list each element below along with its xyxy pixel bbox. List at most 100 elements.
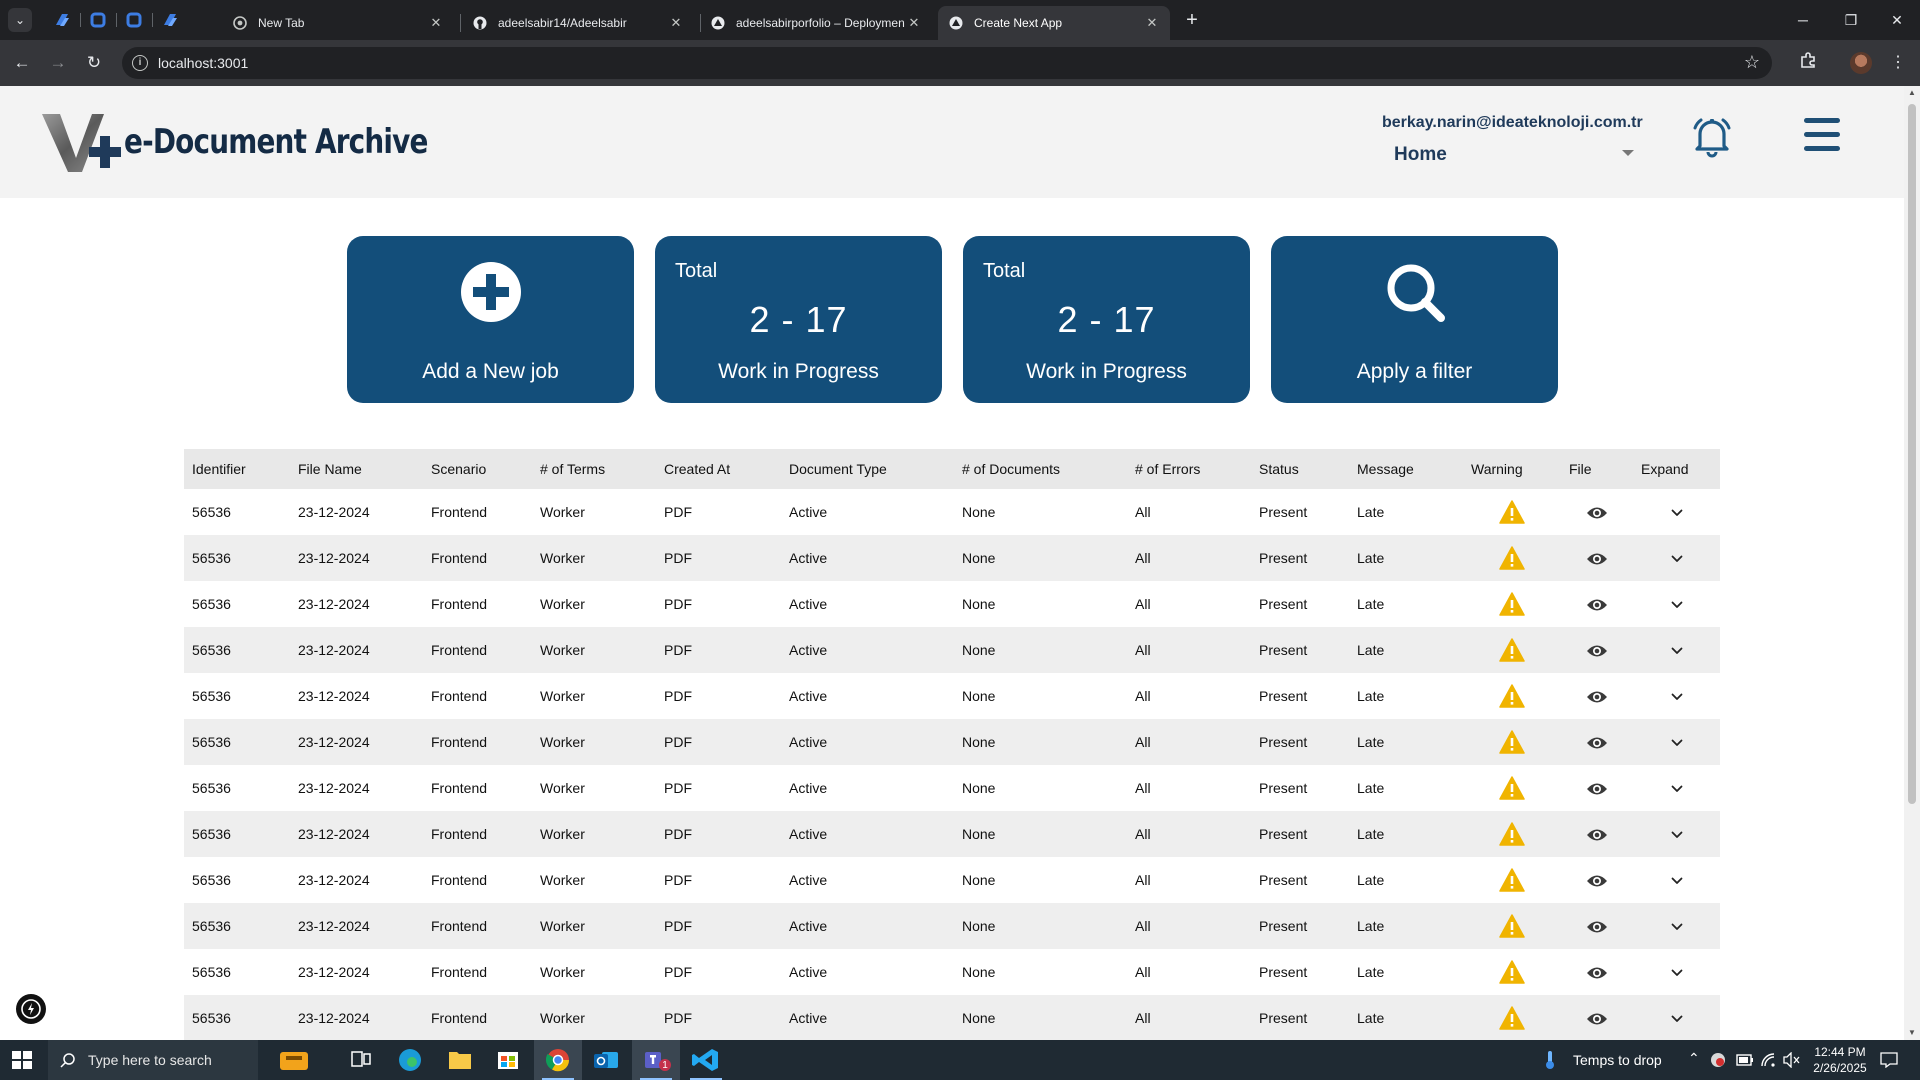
- file-explorer-icon[interactable]: [436, 1040, 484, 1080]
- work-in-progress-card[interactable]: Total 2 - 17 Work in Progress: [655, 236, 942, 403]
- reload-button[interactable]: ↻: [82, 51, 106, 75]
- warning-icon[interactable]: [1499, 592, 1525, 616]
- expand-chevron-down-icon[interactable]: [1671, 647, 1683, 655]
- view-file-eye-icon[interactable]: [1586, 735, 1608, 751]
- warning-icon[interactable]: [1499, 500, 1525, 524]
- add-new-job-card[interactable]: Add a New job: [347, 236, 634, 403]
- task-view-icon[interactable]: [336, 1040, 384, 1080]
- notification-center-icon[interactable]: [1880, 1052, 1898, 1068]
- table-row[interactable]: 56536 23-12-2024 Frontend Worker PDF Active No…: [184, 903, 1720, 949]
- view-file-eye-icon[interactable]: [1586, 643, 1608, 659]
- table-row[interactable]: 56536 23-12-2024 Frontend Worker PDF Active No…: [184, 627, 1720, 673]
- edge-icon[interactable]: [386, 1040, 434, 1080]
- expand-chevron-down-icon[interactable]: [1671, 1015, 1683, 1023]
- expand-chevron-down-icon[interactable]: [1671, 785, 1683, 793]
- expand-chevron-down-icon[interactable]: [1671, 601, 1683, 609]
- close-window-button[interactable]: ✕: [1874, 0, 1920, 40]
- system-clock[interactable]: 12:44 PM 2/26/2025: [1808, 1044, 1872, 1076]
- column-header[interactable]: Expand: [1633, 449, 1720, 489]
- expand-chevron-down-icon[interactable]: [1671, 693, 1683, 701]
- pinned-tab-app-icon[interactable]: [124, 10, 144, 30]
- teams-icon[interactable]: 1: [632, 1040, 680, 1080]
- work-in-progress-card[interactable]: Total 2 - 17 Work in Progress: [963, 236, 1250, 403]
- new-tab-button[interactable]: +: [1180, 8, 1204, 32]
- column-header[interactable]: Identifier: [184, 449, 290, 489]
- pinned-tab-app-icon[interactable]: [160, 10, 180, 30]
- table-row[interactable]: 56536 23-12-2024 Frontend Worker PDF Active No…: [184, 489, 1720, 535]
- site-info-icon[interactable]: i: [132, 55, 148, 71]
- table-row[interactable]: 56536 23-12-2024 Frontend Worker PDF Active No…: [184, 673, 1720, 719]
- address-url[interactable]: localhost:3001: [158, 55, 248, 71]
- view-file-eye-icon[interactable]: [1586, 597, 1608, 613]
- tray-app-icon[interactable]: [1710, 1052, 1726, 1068]
- warning-icon[interactable]: [1499, 960, 1525, 984]
- column-header[interactable]: # of Errors: [1127, 449, 1251, 489]
- expand-chevron-down-icon[interactable]: [1671, 555, 1683, 563]
- column-header[interactable]: # of Terms: [532, 449, 656, 489]
- vscode-icon[interactable]: [682, 1040, 730, 1080]
- view-file-eye-icon[interactable]: [1586, 781, 1608, 797]
- view-file-eye-icon[interactable]: [1586, 827, 1608, 843]
- table-row[interactable]: 56536 23-12-2024 Frontend Worker PDF Active No…: [184, 995, 1720, 1040]
- taskbar-widget-app[interactable]: [270, 1040, 318, 1080]
- warning-icon[interactable]: [1499, 638, 1525, 662]
- address-bar[interactable]: i localhost:3001 ☆: [122, 47, 1772, 79]
- column-header[interactable]: # of Documents: [954, 449, 1127, 489]
- column-header[interactable]: Message: [1349, 449, 1463, 489]
- column-header[interactable]: Scenario: [423, 449, 532, 489]
- table-row[interactable]: 56536 23-12-2024 Frontend Worker PDF Active No…: [184, 719, 1720, 765]
- tab-close-icon[interactable]: ✕: [668, 15, 684, 31]
- outlook-icon[interactable]: [582, 1040, 630, 1080]
- profile-avatar[interactable]: [1850, 52, 1872, 74]
- scrollbar-thumb[interactable]: [1908, 104, 1916, 804]
- extensions-icon[interactable]: [1796, 51, 1820, 75]
- view-file-eye-icon[interactable]: [1586, 873, 1608, 889]
- pinned-tab-app-icon[interactable]: [88, 10, 108, 30]
- table-row[interactable]: 56536 23-12-2024 Frontend Worker PDF Active No…: [184, 857, 1720, 903]
- table-row[interactable]: 56536 23-12-2024 Frontend Worker PDF Active No…: [184, 949, 1720, 995]
- tab-new-tab[interactable]: New Tab ✕: [222, 6, 454, 40]
- battery-icon[interactable]: [1736, 1053, 1754, 1067]
- view-file-eye-icon[interactable]: [1586, 689, 1608, 705]
- tab-github[interactable]: adeelsabir14/Adeelsabir ✕: [462, 6, 694, 40]
- wifi-icon[interactable]: [1760, 1052, 1776, 1068]
- warning-icon[interactable]: [1499, 868, 1525, 892]
- windows-start-icon[interactable]: [12, 1051, 32, 1069]
- warning-icon[interactable]: [1499, 546, 1525, 570]
- column-header[interactable]: Document Type: [781, 449, 954, 489]
- column-header[interactable]: File: [1561, 449, 1633, 489]
- page-scrollbar[interactable]: ▲ ▼: [1904, 86, 1920, 1040]
- pinned-tab-app-icon[interactable]: [52, 10, 72, 30]
- hamburger-menu-icon[interactable]: [1804, 118, 1840, 152]
- tab-vercel-deployments[interactable]: adeelsabirporfolio – Deploymen ✕: [700, 6, 932, 40]
- restore-button[interactable]: ❐: [1828, 0, 1874, 40]
- tab-close-icon[interactable]: ✕: [428, 15, 444, 31]
- expand-chevron-down-icon[interactable]: [1671, 969, 1683, 977]
- tab-create-next-app[interactable]: Create Next App ✕: [938, 6, 1170, 40]
- warning-icon[interactable]: [1499, 776, 1525, 800]
- forward-button[interactable]: →: [46, 51, 70, 75]
- table-row[interactable]: 56536 23-12-2024 Frontend Worker PDF Active No…: [184, 535, 1720, 581]
- taskbar-search[interactable]: Type here to search: [48, 1040, 258, 1080]
- column-header[interactable]: Status: [1251, 449, 1349, 489]
- view-file-eye-icon[interactable]: [1586, 919, 1608, 935]
- table-row[interactable]: 56536 23-12-2024 Frontend Worker PDF Active No…: [184, 811, 1720, 857]
- scroll-down-arrow[interactable]: ▼: [1907, 1028, 1917, 1038]
- back-button[interactable]: ←: [10, 51, 34, 75]
- expand-chevron-down-icon[interactable]: [1671, 739, 1683, 747]
- page-nav-select[interactable]: Home: [1394, 142, 1634, 170]
- view-file-eye-icon[interactable]: [1586, 965, 1608, 981]
- warning-icon[interactable]: [1499, 684, 1525, 708]
- expand-chevron-down-icon[interactable]: [1671, 831, 1683, 839]
- bookmark-star-icon[interactable]: ☆: [1744, 52, 1760, 73]
- weather-status[interactable]: Temps to drop: [1573, 1052, 1662, 1068]
- apply-filter-card[interactable]: Apply a filter: [1271, 236, 1558, 403]
- table-row[interactable]: 56536 23-12-2024 Frontend Worker PDF Active No…: [184, 765, 1720, 811]
- tray-overflow-chevron-icon[interactable]: ⌃: [1688, 1050, 1700, 1067]
- browser-menu-icon[interactable]: ⋮: [1886, 51, 1910, 75]
- tab-search-button[interactable]: ⌄: [8, 8, 32, 32]
- column-header[interactable]: File Name: [290, 449, 423, 489]
- minimize-button[interactable]: ─: [1780, 0, 1826, 40]
- tab-close-icon[interactable]: ✕: [1144, 15, 1160, 31]
- expand-chevron-down-icon[interactable]: [1671, 877, 1683, 885]
